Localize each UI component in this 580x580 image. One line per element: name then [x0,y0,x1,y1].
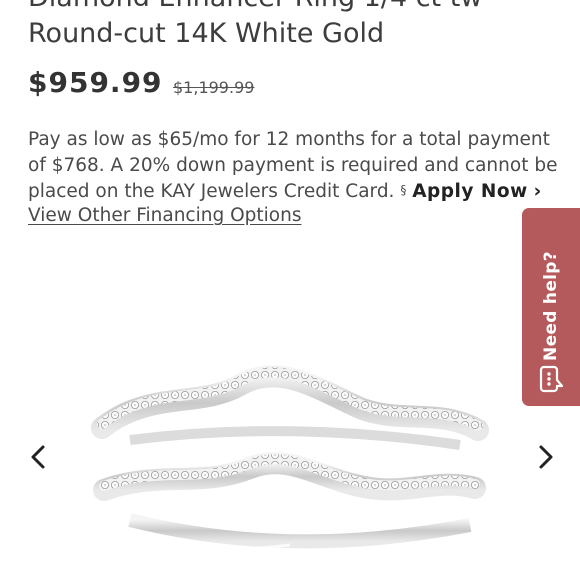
chevron-right-icon[interactable]: › [534,181,542,202]
financing-info: Pay as low as $65/mo for 12 months for a… [28,127,568,205]
current-price: $959.99 [28,66,163,99]
product-title-line-1: Diamond Enhancer Ring 1/4 ct tw [28,0,568,16]
product-title-line-2: Round-cut 14K White Gold [28,18,385,49]
view-other-financing-link[interactable]: View Other Financing Options [28,205,301,226]
original-price: $1,199.99 [173,78,255,97]
product-image-carousel [0,240,580,580]
product-title: Diamond Enhancer Ring 1/4 ct tw Round-cu… [28,0,568,52]
footnote-mark: § [400,183,407,197]
ring-enhancer-image [91,365,489,551]
chevron-right-icon[interactable] [530,440,560,474]
chevron-left-icon[interactable] [24,440,54,474]
apply-now-link[interactable]: Apply Now [412,181,527,202]
